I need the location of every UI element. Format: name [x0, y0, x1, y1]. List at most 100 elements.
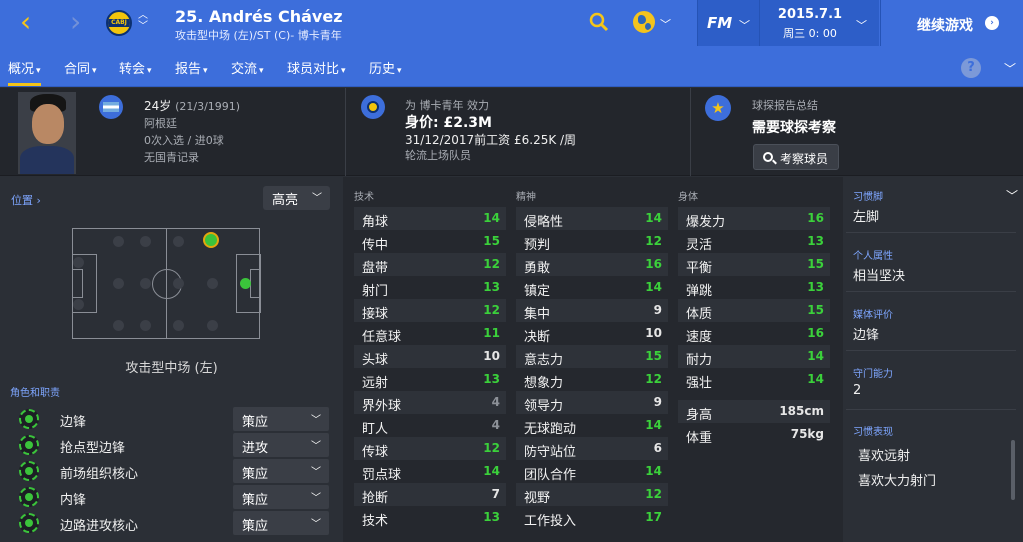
attribute-name: 角球	[362, 215, 389, 230]
weight-label: 体重	[686, 431, 713, 446]
attribute-value: 10	[645, 326, 662, 340]
attribute-value: 10	[483, 349, 500, 363]
tab-label: 球员对比	[287, 62, 340, 77]
attribute-row: 镇定 14	[516, 276, 668, 299]
role-row[interactable]: 内锋 策应 ﹀	[0, 484, 343, 510]
tab-reports[interactable]: 报告 ▾	[175, 58, 208, 77]
nav-tabs: 概况 ▾ 合同 ▾ 转会 ▾ 报告 ▾ 交流 ▾ 球员对比 ▾ 历史 ▾	[0, 46, 1023, 87]
attribute-row: 传中 15	[354, 230, 506, 253]
help-icon[interactable]: ?	[961, 58, 981, 78]
player-name: 25. Andrés Chávez	[175, 7, 343, 26]
back-icon[interactable]: ‹	[20, 8, 31, 36]
duty-dropdown[interactable]: 策应 ﹀	[233, 485, 329, 509]
chevron-up-icon[interactable]: ︿	[138, 10, 148, 21]
player-dob: (21/3/1991)	[175, 100, 241, 113]
chevron-down-icon[interactable]: ﹀	[739, 17, 750, 33]
duty-value: 策应	[242, 415, 269, 430]
globe-icon[interactable]	[633, 11, 655, 33]
attribute-value: 14	[483, 464, 500, 478]
attribute-name: 射门	[362, 284, 389, 299]
role-row[interactable]: 前场组织核心 策应 ﹀	[0, 458, 343, 484]
attribute-value: 15	[645, 349, 662, 363]
attribute-name: 远射	[362, 376, 389, 391]
chevron-down-icon[interactable]: ﹀	[1004, 60, 1016, 77]
position-dot	[140, 278, 151, 289]
highlight-dropdown[interactable]: 高亮 ﹀	[263, 186, 330, 210]
chevron-down-icon[interactable]: ﹀	[856, 17, 867, 33]
attribute-value: 17	[645, 510, 662, 524]
attribute-value: 13	[807, 280, 824, 294]
player-switch-chevrons[interactable]: ︿ ﹀	[138, 10, 148, 32]
duty-dropdown[interactable]: 策应 ﹀	[233, 459, 329, 483]
position-dot	[73, 299, 84, 310]
attribute-value: 15	[483, 234, 500, 248]
tab-label: 报告	[175, 62, 202, 77]
duty-dropdown[interactable]: 策应 ﹀	[233, 511, 329, 535]
search-icon[interactable]	[589, 12, 609, 32]
tab-compare[interactable]: 球员对比 ▾	[287, 58, 346, 77]
role-name: 前场组织核心	[60, 467, 139, 482]
position-dot	[73, 257, 84, 268]
plays-for: 为 博卡青年 效力	[405, 99, 489, 112]
attribute-value: 16	[807, 326, 824, 340]
player-photo	[18, 92, 76, 174]
scrollbar[interactable]	[1011, 440, 1015, 500]
attribute-name: 预判	[524, 238, 551, 253]
attribute-name: 镇定	[524, 284, 551, 299]
chevron-down-icon[interactable]: ﹀	[660, 16, 671, 32]
main-panel: 位置 › 高亮 ﹀ 攻击型中场 (左) 角色和职责 边锋 策应 ﹀ 抢点型边锋 …	[0, 177, 1023, 542]
attribute-name: 工作投入	[524, 514, 577, 529]
height-row: 身高 185cm	[678, 400, 830, 423]
attribute-value: 12	[645, 372, 662, 386]
club-badge-icon[interactable]: CABJ	[106, 10, 132, 36]
forward-icon[interactable]: ›	[70, 8, 81, 36]
attribute-name: 集中	[524, 307, 551, 322]
attribute-value: 11	[483, 326, 500, 340]
attribute-name: 速度	[686, 330, 713, 345]
chevron-down-icon: ﹀	[311, 441, 321, 452]
position-link[interactable]: 位置 ›	[11, 192, 41, 208]
attribute-row: 罚点球 14	[354, 460, 506, 483]
top-bar: ‹ › CABJ ︿ ﹀ 25. Andrés Chávez 攻击型中场 (左)…	[0, 0, 1023, 46]
tab-history[interactable]: 历史 ▾	[369, 58, 402, 77]
attribute-name: 盘带	[362, 261, 389, 276]
divider	[846, 409, 1016, 410]
chevron-down-icon[interactable]: ﹀	[1006, 187, 1018, 204]
role-row[interactable]: 边路进攻核心 策应 ﹀	[0, 510, 343, 536]
date-panel[interactable]: 2015.7.1 周三 0: 00 ﹀	[759, 0, 879, 46]
duty-dropdown[interactable]: 进攻 ﹀	[233, 433, 329, 457]
attribute-name: 技术	[362, 514, 389, 529]
tab-label: 交流	[231, 62, 258, 77]
fm-menu[interactable]: FM ﹀	[697, 0, 759, 46]
attribute-value: 15	[807, 257, 824, 271]
continue-button[interactable]: 继续游戏 ›	[880, 0, 1023, 46]
scout-button-label: 考察球员	[780, 152, 829, 166]
chevron-down-icon: ▾	[92, 66, 97, 76]
scout-report-title: 球探报告总结	[752, 99, 818, 112]
tab-contract[interactable]: 合同 ▾	[64, 58, 97, 77]
attribute-row: 技术 13	[354, 506, 506, 529]
attribute-row: 耐力 14	[678, 345, 830, 368]
chevron-down-icon[interactable]: ﹀	[138, 21, 148, 32]
role-name: 边锋	[60, 415, 87, 430]
role-row[interactable]: 边锋 策应 ﹀	[0, 406, 343, 432]
attribute-name: 决断	[524, 330, 551, 345]
attribute-row: 平衡 15	[678, 253, 830, 276]
attribute-value: 12	[483, 303, 500, 317]
tab-overview[interactable]: 概况 ▾	[8, 58, 41, 86]
tab-transfer[interactable]: 转会 ▾	[119, 58, 152, 77]
search-icon	[763, 152, 773, 162]
attribute-value: 12	[645, 487, 662, 501]
tab-interaction[interactable]: 交流 ▾	[231, 58, 264, 77]
physical-title: 身体	[678, 192, 698, 203]
scout-player-button[interactable]: 考察球员	[753, 144, 839, 170]
duty-dropdown[interactable]: 策应 ﹀	[233, 407, 329, 431]
player-age-line: 24岁 (21/3/1991)	[144, 97, 240, 114]
role-row[interactable]: 抢点型边锋 进攻 ﹀	[0, 432, 343, 458]
role-name: 内锋	[60, 493, 87, 508]
player-youth: 无国青记录	[144, 151, 199, 164]
attribute-name: 侵略性	[524, 215, 564, 230]
attribute-value: 16	[807, 211, 824, 225]
attribute-value: 9	[653, 303, 662, 317]
player-nationality: 阿根廷	[144, 117, 177, 130]
